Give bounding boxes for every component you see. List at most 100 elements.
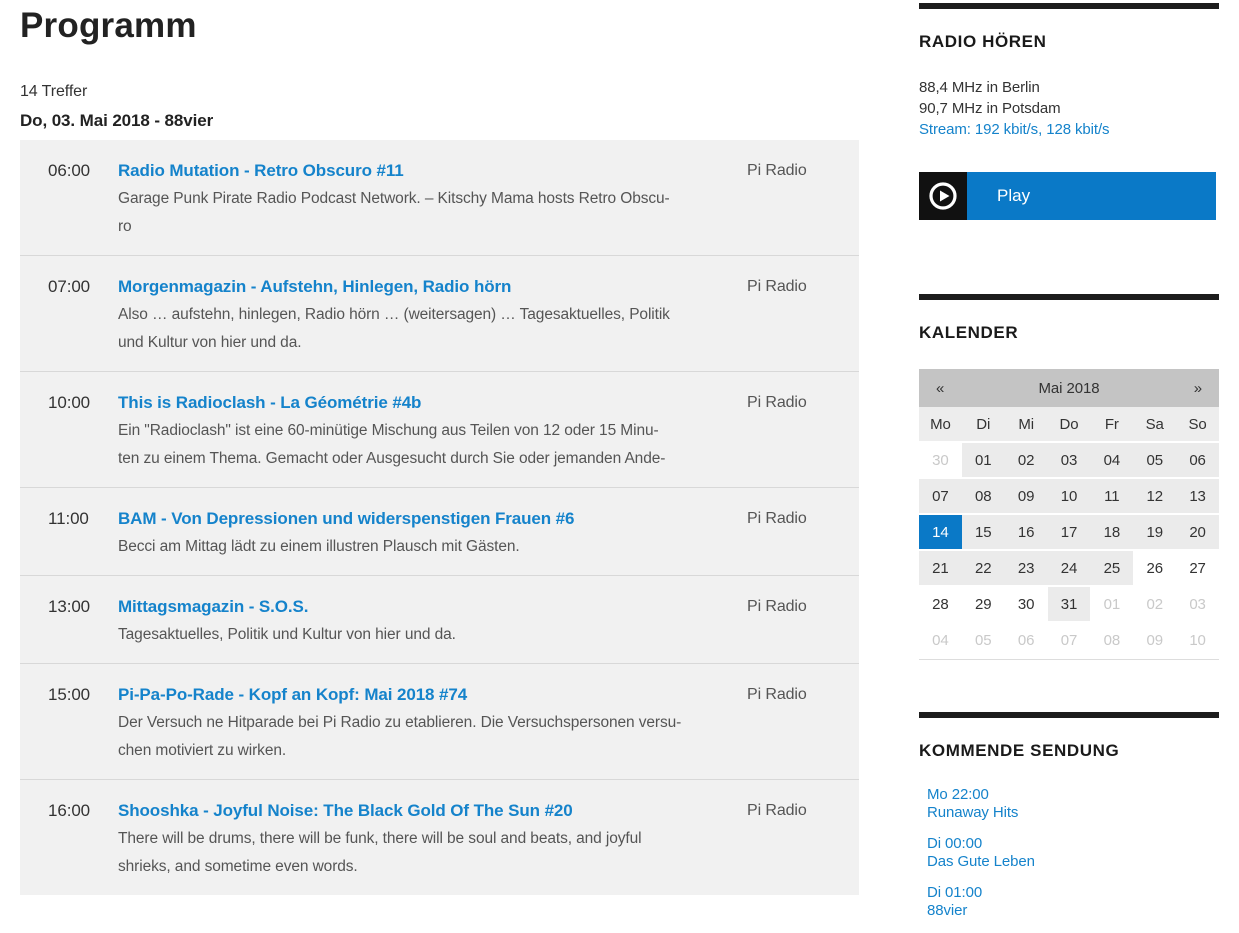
upcoming-show-time: Mo 22:00 [927, 786, 1219, 804]
calendar-day[interactable]: 07 [919, 479, 962, 515]
weekday-label: Mo [919, 407, 962, 443]
entry-title-link[interactable]: This is Radioclash - La Géométrie #4b [118, 389, 421, 417]
program-entry: 11:00 BAM - Von Depressionen und widersp… [20, 487, 859, 575]
calendar-day[interactable]: 06 [1176, 443, 1219, 479]
calendar-day[interactable]: 15 [962, 515, 1005, 551]
calendar-day: 30 [919, 443, 962, 479]
calendar-day[interactable]: 13 [1176, 479, 1219, 515]
program-entry: 16:00 Shooshka - Joyful Noise: The Black… [20, 779, 859, 895]
calendar-day[interactable]: 18 [1090, 515, 1133, 551]
page-title: Programm [20, 6, 859, 46]
calendar-week-row: 14 15 16 17 18 19 20 [919, 515, 1219, 551]
calendar-heading: KALENDER [919, 323, 1219, 343]
calendar-day[interactable]: 04 [1090, 443, 1133, 479]
entry-description: Der Versuch ne Hitparade bei Pi Radio zu… [118, 709, 718, 765]
calendar-day: 29 [962, 587, 1005, 623]
calendar-day[interactable]: 24 [1048, 551, 1091, 587]
play-button-label: Play [997, 186, 1030, 206]
program-entry: 13:00 Mittagsmagazin - S.O.S. Tagesaktue… [20, 575, 859, 663]
calendar-day[interactable]: 12 [1133, 479, 1176, 515]
upcoming-show-link[interactable]: Mo 22:00 Runaway Hits [927, 786, 1219, 821]
entry-title-link[interactable]: Shooshka - Joyful Noise: The Black Gold … [118, 797, 573, 825]
upcoming-show-time: Di 00:00 [927, 835, 1219, 853]
upcoming-show-title: Runaway Hits [927, 804, 1219, 822]
entry-title-link[interactable]: Mittagsmagazin - S.O.S. [118, 593, 308, 621]
stream-link-128[interactable]: 128 kbit/s [1046, 121, 1109, 138]
radio-listen-section: RADIO HÖREN 88,4 MHz in Berlin 90,7 MHz … [919, 3, 1219, 220]
calendar-day: 26 [1133, 551, 1176, 587]
entry-time: 13:00 [48, 593, 118, 649]
frequency-potsdam: 90,7 MHz in Potsdam [919, 98, 1219, 119]
entry-time: 10:00 [48, 389, 118, 473]
radio-listen-heading: RADIO HÖREN [919, 32, 1219, 52]
section-divider-bar [919, 294, 1219, 300]
stream-separator: , [1038, 121, 1046, 138]
upcoming-show-link[interactable]: Di 01:00 88vier [927, 884, 1219, 919]
entry-description: Becci am Mittag lädt zu einem illustren … [118, 533, 718, 561]
calendar-day[interactable]: 02 [1005, 443, 1048, 479]
weekday-label: Do [1048, 407, 1091, 443]
calendar-day[interactable]: 23 [1005, 551, 1048, 587]
calendar-week-row: 30 01 02 03 04 05 06 [919, 443, 1219, 479]
date-heading: Do, 03. Mai 2018 - 88vier [20, 111, 859, 131]
stream-link-192[interactable]: Stream: 192 kbit/s [919, 121, 1038, 138]
calendar-day[interactable]: 05 [1133, 443, 1176, 479]
section-divider-bar [919, 3, 1219, 9]
entry-title-link[interactable]: Radio Mutation - Retro Obscuro #11 [118, 157, 404, 185]
entry-station: Pi Radio [747, 157, 859, 241]
entry-time: 16:00 [48, 797, 118, 881]
calendar-prev-icon[interactable]: « [919, 380, 944, 397]
entry-description: Also … aufstehn, hinlegen, Radio hörn … … [118, 301, 718, 357]
calendar-day[interactable]: 21 [919, 551, 962, 587]
calendar-day[interactable]: 01 [962, 443, 1005, 479]
calendar-day-selected[interactable]: 14 [919, 515, 962, 551]
calendar-header: « Mai 2018 » [919, 369, 1219, 407]
entry-station: Pi Radio [747, 593, 859, 649]
calendar-day: 30 [1005, 587, 1048, 623]
entry-time: 15:00 [48, 681, 118, 765]
calendar-day: 06 [1005, 623, 1048, 659]
calendar-day: 27 [1176, 551, 1219, 587]
weekday-label: Fr [1090, 407, 1133, 443]
calendar-day: 10 [1176, 623, 1219, 659]
sidebar: RADIO HÖREN 88,4 MHz in Berlin 90,7 MHz … [919, 0, 1219, 933]
calendar-day: 08 [1090, 623, 1133, 659]
calendar-day[interactable]: 03 [1048, 443, 1091, 479]
calendar-week-row: 28 29 30 31 01 02 03 [919, 587, 1219, 623]
entry-title-link[interactable]: BAM - Von Depressionen und widerspenstig… [118, 505, 574, 533]
calendar: « Mai 2018 » Mo Di Mi Do Fr Sa So 30 01 … [919, 369, 1219, 660]
calendar-day[interactable]: 11 [1090, 479, 1133, 515]
program-main: Programm 14 Treffer Do, 03. Mai 2018 - 8… [20, 0, 859, 933]
entry-time: 06:00 [48, 157, 118, 241]
weekday-label: Di [962, 407, 1005, 443]
calendar-day[interactable]: 10 [1048, 479, 1091, 515]
calendar-next-icon[interactable]: » [1194, 380, 1219, 397]
calendar-week-row: 21 22 23 24 25 26 27 [919, 551, 1219, 587]
calendar-day[interactable]: 09 [1005, 479, 1048, 515]
entry-station: Pi Radio [747, 505, 859, 561]
entry-title-link[interactable]: Pi-Pa-Po-Rade - Kopf an Kopf: Mai 2018 #… [118, 681, 467, 709]
calendar-day[interactable]: 25 [1090, 551, 1133, 587]
calendar-day[interactable]: 16 [1005, 515, 1048, 551]
play-button[interactable]: Play [919, 172, 1216, 220]
weekday-label: So [1176, 407, 1219, 443]
program-list: 06:00 Radio Mutation - Retro Obscuro #11… [20, 140, 859, 895]
calendar-day: 28 [919, 587, 962, 623]
upcoming-section: KOMMENDE SENDUNG Mo 22:00 Runaway Hits D… [919, 712, 1219, 919]
calendar-day[interactable]: 31 [1048, 587, 1091, 623]
calendar-day: 03 [1176, 587, 1219, 623]
entry-description: Garage Punk Pirate Radio Podcast Network… [118, 185, 718, 241]
calendar-day[interactable]: 20 [1176, 515, 1219, 551]
upcoming-list: Mo 22:00 Runaway Hits Di 00:00 Das Gute … [919, 786, 1219, 919]
entry-title-link[interactable]: Morgenmagazin - Aufstehn, Hinlegen, Radi… [118, 273, 511, 301]
play-icon [919, 172, 967, 220]
page-layout: Programm 14 Treffer Do, 03. Mai 2018 - 8… [0, 0, 1239, 933]
calendar-day: 01 [1090, 587, 1133, 623]
calendar-day[interactable]: 22 [962, 551, 1005, 587]
calendar-day[interactable]: 08 [962, 479, 1005, 515]
calendar-day[interactable]: 17 [1048, 515, 1091, 551]
upcoming-show-link[interactable]: Di 00:00 Das Gute Leben [927, 835, 1219, 870]
results-count: 14 Treffer [20, 83, 859, 101]
calendar-day[interactable]: 19 [1133, 515, 1176, 551]
upcoming-heading: KOMMENDE SENDUNG [919, 741, 1219, 761]
